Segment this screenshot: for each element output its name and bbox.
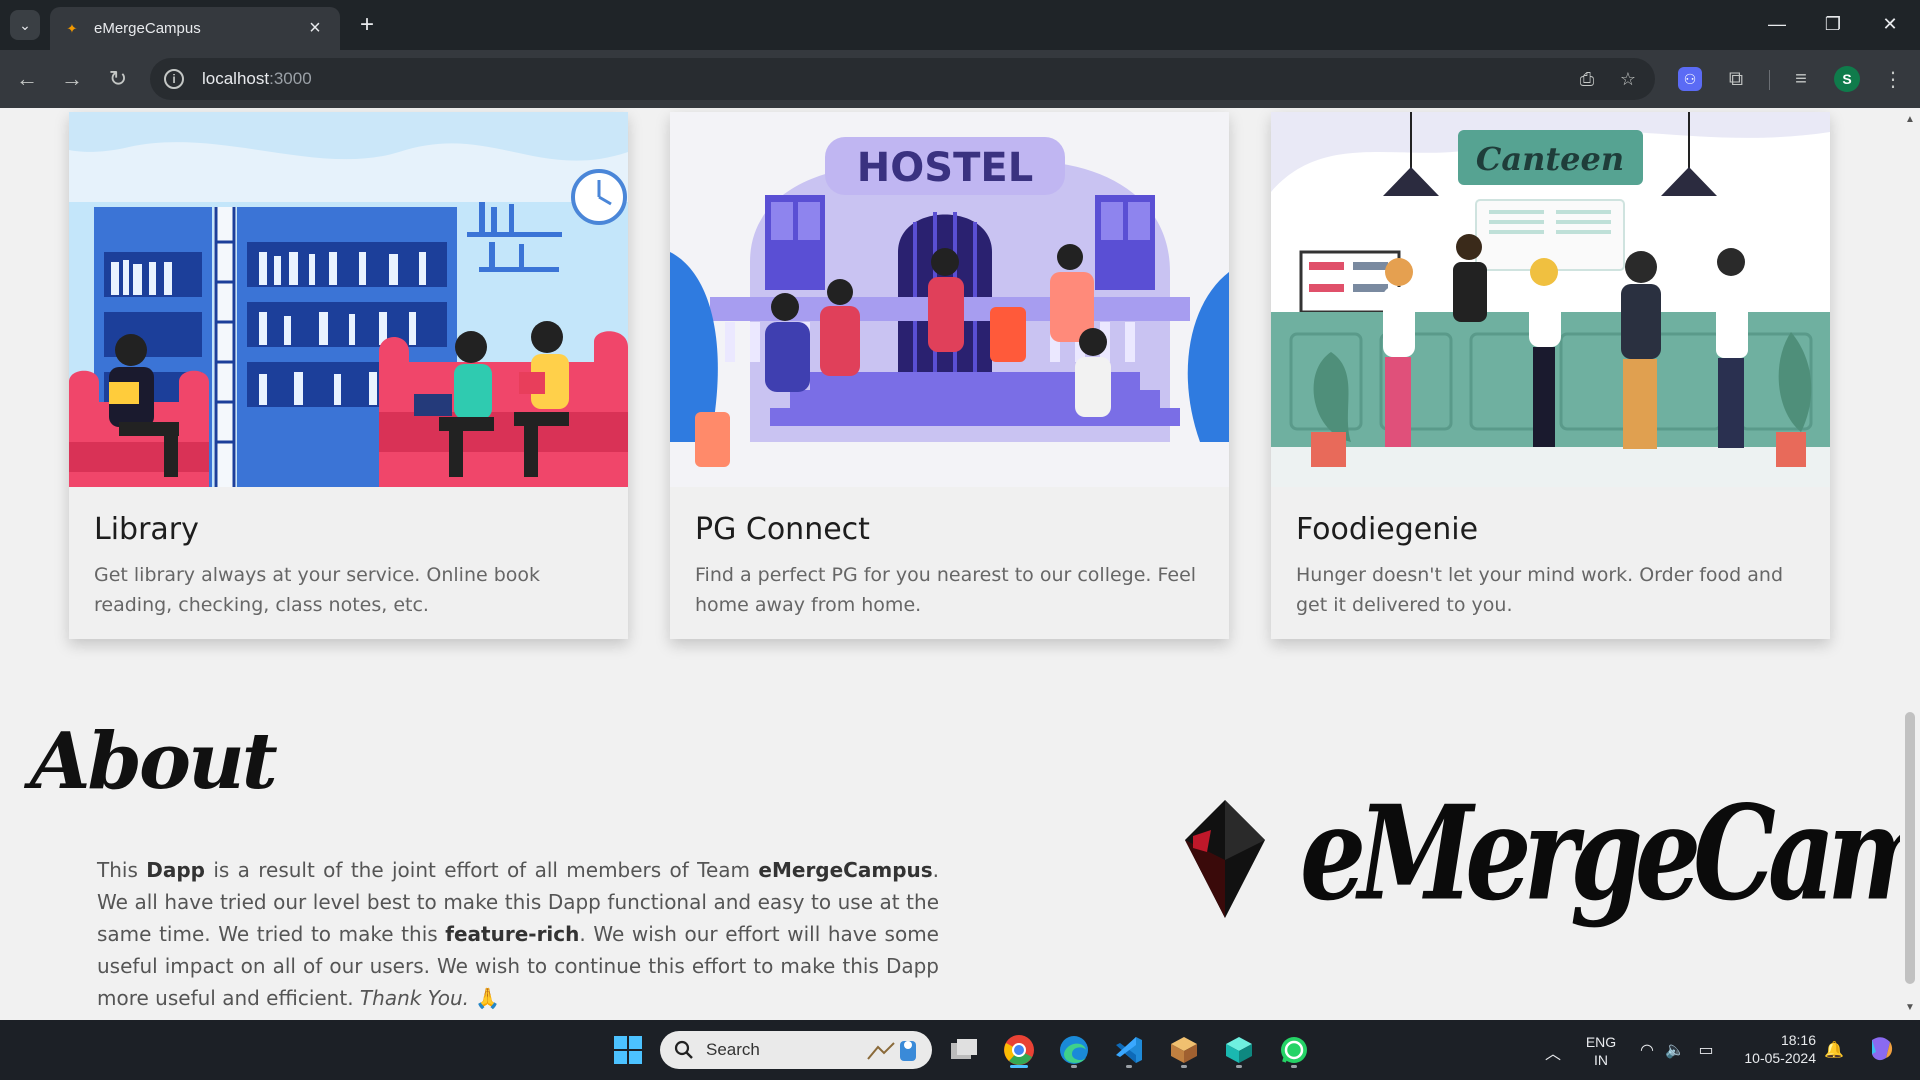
app-running-indicator (1071, 1065, 1077, 1068)
url-host: localhost (202, 69, 270, 88)
app-running-indicator (1291, 1065, 1297, 1068)
extensions-puzzle-icon[interactable]: ⧉ (1721, 64, 1751, 94)
profile-avatar[interactable]: S (1832, 64, 1862, 94)
browser-menu-icon[interactable]: ⋮ (1878, 64, 1908, 94)
search-icon (674, 1040, 693, 1059)
url-port: :3000 (269, 69, 312, 88)
extension-badge-icon[interactable]: ⚇ (1675, 64, 1705, 94)
copilot-icon[interactable] (1866, 1034, 1893, 1069)
package-app-taskbar-icon[interactable] (1164, 1030, 1204, 1070)
install-app-icon[interactable]: ⎙ (1574, 66, 1600, 92)
card-title: Foodiegenie (1296, 512, 1479, 547)
scroll-down-arrow-icon[interactable]: ▼ (1904, 1002, 1916, 1013)
app-running-indicator (1181, 1065, 1187, 1068)
windows-taskbar: Search ︿ ENG IN ◠ 🔈 ▭ 18:16 10-05-2024 🔔 (0, 1020, 1920, 1080)
scroll-thumb[interactable] (1905, 712, 1915, 984)
emergecampus-logo-icon (1185, 800, 1265, 918)
toolbar-divider (1769, 70, 1770, 90)
reload-icon[interactable]: ↻ (103, 64, 133, 94)
extension-badge: ⚇ (1678, 67, 1702, 91)
card-title: PG Connect (695, 512, 870, 547)
app-running-indicator (1236, 1065, 1242, 1068)
praying-hands-icon: 🙏 (475, 986, 501, 1010)
window-close-icon[interactable]: ✕ (1870, 8, 1910, 40)
search-label: Search (706, 1040, 760, 1059)
vscode-taskbar-icon[interactable] (1109, 1030, 1149, 1070)
card-title: Library (94, 512, 199, 547)
scroll-up-arrow-icon[interactable]: ▲ (1904, 114, 1916, 125)
page-viewport: Library Get library always at your servi… (0, 108, 1900, 1020)
card-description: Find a perfect PG for you nearest to our… (695, 564, 1197, 616)
media-controls-icon[interactable]: ≡ (1786, 64, 1816, 94)
edge-taskbar-icon[interactable] (1054, 1030, 1094, 1070)
about-paragraph: This Dapp is a result of the joint effor… (97, 854, 939, 1014)
forward-arrow-icon[interactable]: → (57, 64, 87, 94)
service-card-pg-connect[interactable]: HOSTEL PG Connect Find a perfect PG for (670, 112, 1229, 639)
site-info-icon[interactable]: i (164, 69, 184, 89)
language-indicator[interactable]: ENG IN (1580, 1033, 1622, 1069)
about-bold-team: eMergeCampus (758, 858, 933, 882)
canteen-sign-text: Canteen (1476, 140, 1624, 178)
card-description: Get library always at your service. Onli… (94, 564, 541, 616)
tab-favicon-icon: ✦ (66, 20, 78, 36)
tab-close-icon[interactable]: × (304, 17, 326, 40)
about-text-2: is a result of the joint effort of all m… (204, 858, 759, 882)
window-restore-icon[interactable]: ❐ (1813, 8, 1853, 40)
region-code: IN (1594, 1052, 1608, 1068)
card-description: Hunger doesn't let your mind work. Order… (1296, 564, 1784, 616)
windows-logo-icon (614, 1036, 642, 1064)
brand-wordmark: eMergeCampus (1300, 776, 1900, 930)
cube-app-taskbar-icon[interactable] (1219, 1030, 1259, 1070)
clock-time: 18:16 (1780, 1032, 1816, 1048)
url-text: localhost:3000 (202, 69, 312, 89)
about-bold-feature-rich: feature-rich (445, 922, 580, 946)
volume-icon[interactable]: 🔈 (1664, 1040, 1686, 1060)
notification-bell-icon[interactable]: 🔔 (1823, 1040, 1845, 1060)
canteen-illustration: Canteen (1271, 112, 1830, 487)
about-heading: About (30, 716, 278, 807)
app-active-indicator (1010, 1065, 1028, 1068)
new-tab-plus-icon[interactable]: + (352, 10, 382, 40)
profile-initial: S (1834, 66, 1860, 92)
service-card-foodiegenie[interactable]: Canteen Foodiegenie Hunger doesn't let y… (1271, 112, 1830, 639)
wifi-icon[interactable]: ◠ (1636, 1040, 1658, 1060)
address-bar[interactable]: i localhost:3000 ⎙ ☆ (150, 58, 1655, 100)
clock-date: 10-05-2024 (1744, 1050, 1816, 1066)
about-thank-you: Thank You. (359, 986, 469, 1010)
browser-tab-strip: ⌄ ✦ eMergeCampus × + — ❐ ✕ (0, 0, 1920, 50)
chrome-taskbar-icon[interactable] (999, 1030, 1039, 1070)
battery-icon[interactable]: ▭ (1695, 1040, 1717, 1060)
about-bold-dapp: Dapp (146, 858, 205, 882)
language-code: ENG (1585, 1034, 1617, 1050)
tab-title: eMergeCampus (94, 20, 201, 37)
task-view-icon[interactable] (944, 1030, 984, 1070)
back-arrow-icon[interactable]: ← (12, 64, 42, 94)
browser-tab-active[interactable]: ✦ eMergeCampus × (50, 7, 340, 50)
app-running-indicator (1126, 1065, 1132, 1068)
window-minimize-icon[interactable]: — (1757, 8, 1797, 40)
tray-chevron-up-icon[interactable]: ︿ (1542, 1040, 1564, 1064)
page-scrollbar[interactable]: ▲ ▼ (1900, 108, 1920, 1020)
service-card-library[interactable]: Library Get library always at your servi… (69, 112, 628, 639)
about-text-1: This (97, 858, 147, 882)
windows-start-icon[interactable] (608, 1030, 648, 1070)
whatsapp-taskbar-icon[interactable] (1274, 1030, 1314, 1070)
search-highlight-illustration-icon (864, 1037, 920, 1063)
library-illustration (69, 112, 628, 487)
hostel-illustration: HOSTEL (670, 112, 1229, 487)
browser-toolbar: ← → ↻ i localhost:3000 ⎙ ☆ ⚇ ⧉ ≡ S ⋮ (0, 50, 1920, 108)
clock[interactable]: 18:16 10-05-2024 (1728, 1031, 1816, 1067)
taskbar-search-box[interactable]: Search (660, 1031, 932, 1069)
bookmark-star-icon[interactable]: ☆ (1615, 66, 1641, 92)
tab-search-chevron-icon[interactable]: ⌄ (10, 10, 40, 40)
hostel-sign-text: HOSTEL (857, 145, 1033, 191)
